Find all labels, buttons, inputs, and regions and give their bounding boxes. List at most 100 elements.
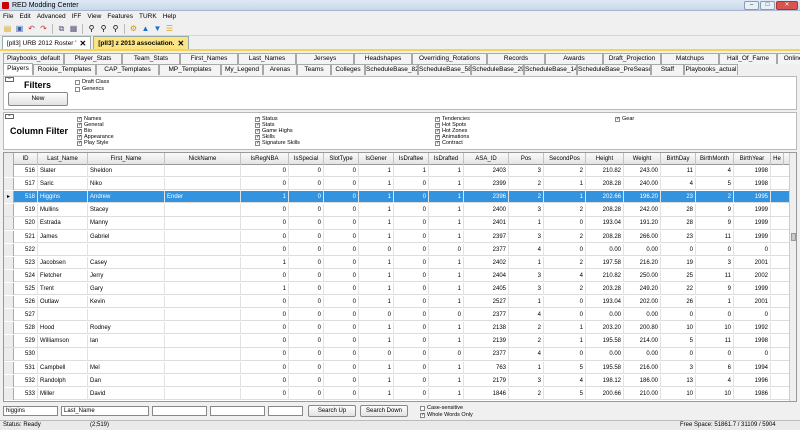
- cell-weight[interactable]: 210.00: [624, 387, 661, 400]
- cell-slottype[interactable]: 0: [324, 204, 359, 217]
- cell-last-name[interactable]: Williamson: [38, 335, 88, 348]
- cell-pos[interactable]: 3: [509, 282, 544, 295]
- cell-birthyear[interactable]: 2002: [734, 269, 771, 282]
- table-row[interactable]: 531 Campbell Mel 0 0 0 1 0 1 763 1 5 195.58 216.00 3 6 1…: [4, 361, 791, 374]
- row-header[interactable]: [4, 204, 14, 217]
- cell-isdraftee[interactable]: 0: [394, 335, 429, 348]
- table-row[interactable]: 524 Fletcher Jerry 0 0 0 1 0 1 2404 3 4 210.82 250.00…: [4, 269, 791, 283]
- cell-isgener[interactable]: 1: [359, 296, 394, 308]
- cell-isgener[interactable]: 1: [359, 335, 394, 348]
- cell-weight[interactable]: 243.00: [624, 165, 661, 177]
- cell-isdrafted[interactable]: 0: [429, 348, 464, 361]
- cell-isregnba[interactable]: 0: [241, 361, 289, 374]
- row-header[interactable]: [4, 165, 14, 177]
- column-header-pos[interactable]: Pos: [509, 153, 544, 165]
- cell-isdraftee[interactable]: 0: [394, 296, 429, 308]
- cell-slottype[interactable]: 0: [324, 230, 359, 243]
- cell-asa-id[interactable]: 2400: [464, 204, 509, 217]
- row-header[interactable]: [4, 322, 14, 335]
- cell-height[interactable]: 203.20: [586, 322, 624, 335]
- checkbox-box[interactable]: [255, 134, 260, 140]
- cell-id[interactable]: 519: [14, 204, 38, 217]
- column-header-birthmonth[interactable]: BirthMonth: [696, 153, 734, 165]
- cell-slottype[interactable]: 0: [324, 243, 359, 256]
- tab-schedulebase-82[interactable]: ScheduleBase_82: [365, 64, 418, 75]
- cell-pos[interactable]: 2: [509, 335, 544, 348]
- checkbox-box[interactable]: [255, 140, 260, 146]
- search-down-button[interactable]: Search Down: [360, 405, 408, 417]
- cell-isdrafted[interactable]: 1: [429, 230, 464, 243]
- cell-isgener[interactable]: 1: [359, 165, 394, 177]
- case-sensitive-checkbox[interactable]: Case-sensitive: [420, 405, 463, 411]
- whole-words-checkbox[interactable]: Whole Words Only: [420, 412, 473, 418]
- cell-last-name[interactable]: Slater: [38, 165, 88, 177]
- cell-isregnba[interactable]: 0: [241, 348, 289, 361]
- table-row[interactable]: 530 0 0 0 0 0 0 2377 4 0 0.00 0.00 0 0 0: [4, 348, 791, 361]
- cell-asa-id[interactable]: 2403: [464, 165, 509, 177]
- cell-birthday[interactable]: 25: [661, 269, 696, 282]
- menu-features[interactable]: Features: [104, 13, 136, 20]
- checkbox-box[interactable]: [77, 128, 82, 134]
- cell-birthyear[interactable]: 0: [734, 243, 771, 256]
- cell-isspecial[interactable]: 0: [289, 322, 324, 335]
- tab-arenas[interactable]: Arenas: [263, 64, 297, 75]
- cell-isregnba[interactable]: 0: [241, 387, 289, 400]
- cell-isdraftee[interactable]: 0: [394, 361, 429, 374]
- cell-first-name[interactable]: Ian: [88, 335, 165, 348]
- cell-isspecial[interactable]: 0: [289, 361, 324, 374]
- tab-teams[interactable]: Teams: [297, 64, 331, 75]
- cell-height[interactable]: 197.58: [586, 256, 624, 269]
- cell-slottype[interactable]: 0: [324, 348, 359, 361]
- cell-first-name[interactable]: [88, 309, 165, 322]
- cell-isdraftee[interactable]: 0: [394, 256, 429, 269]
- cell-birthmonth[interactable]: 11: [696, 230, 734, 243]
- redo-icon[interactable]: ↷: [38, 23, 49, 34]
- cell-nickname[interactable]: [165, 217, 241, 230]
- cell-nickname[interactable]: [165, 374, 241, 387]
- cell-id[interactable]: 530: [14, 348, 38, 361]
- column-header-isdraftee[interactable]: IsDraftee: [394, 153, 429, 165]
- column-header-isgener[interactable]: IsGener: [359, 153, 394, 165]
- cell-birthmonth[interactable]: 3: [696, 256, 734, 269]
- cell-isspecial[interactable]: 0: [289, 191, 324, 204]
- table-row[interactable]: 516 Slater Sheldon 0 0 0 1 1 1 2403 3 2 210.82 243.00…: [4, 165, 791, 178]
- cell-height[interactable]: 208.28: [586, 178, 624, 191]
- table-row[interactable]: 527 0 0 0 0 0 0 2377 4 0 0.00 0.00 0 0 0: [4, 309, 791, 322]
- cell-secondpos[interactable]: 2: [544, 256, 586, 269]
- cell-height[interactable]: 0.00: [586, 348, 624, 361]
- cell-slottype[interactable]: 0: [324, 256, 359, 269]
- tertiary-field-select[interactable]: [268, 406, 303, 416]
- cell-birthday[interactable]: 3: [661, 361, 696, 374]
- cell-isspecial[interactable]: 0: [289, 165, 324, 177]
- table-row[interactable]: 520 Estrada Manny 0 0 0 1 0 1 2401 1 0 193.04 191.20 2…: [4, 217, 791, 230]
- cell-height[interactable]: 210.82: [586, 165, 624, 177]
- cell-birthyear[interactable]: 1999: [734, 282, 771, 295]
- row-header[interactable]: [4, 217, 14, 230]
- cell-asa-id[interactable]: 2404: [464, 269, 509, 282]
- cell-nickname[interactable]: [165, 165, 241, 177]
- cell-nickname[interactable]: [165, 230, 241, 243]
- cell-weight[interactable]: 0.00: [624, 348, 661, 361]
- table-row[interactable]: 519 Mullins Stacey 0 0 0 1 0 1 2400 3 2 208.28 242.00…: [4, 204, 791, 217]
- table-row[interactable]: ▸ 518 Higgins Andrew Ender 1 0 0 1 0 1 2396 2 1 202.66…: [4, 191, 791, 204]
- cell-first-name[interactable]: Casey: [88, 256, 165, 269]
- cell-nickname[interactable]: [165, 348, 241, 361]
- cell-height[interactable]: 193.04: [586, 217, 624, 230]
- cell-nickname[interactable]: [165, 322, 241, 335]
- cell-id[interactable]: 517: [14, 178, 38, 191]
- cell-birthyear[interactable]: 0: [734, 348, 771, 361]
- cell-first-name[interactable]: [88, 243, 165, 256]
- table-row[interactable]: 522 0 0 0 0 0 0 2377 4 0 0.00 0.00 0 0 0: [4, 243, 791, 256]
- column-header-he[interactable]: He: [771, 153, 784, 165]
- cell-isdrafted[interactable]: 1: [429, 374, 464, 387]
- cell-isspecial[interactable]: 0: [289, 348, 324, 361]
- tab-overriding-rotations[interactable]: Overriding_Rotations: [412, 53, 487, 64]
- cell-slottype[interactable]: 0: [324, 322, 359, 335]
- column-header-secondpos[interactable]: SecondPos: [544, 153, 586, 165]
- cell-id[interactable]: 523: [14, 256, 38, 269]
- cell-isgener[interactable]: 0: [359, 243, 394, 256]
- cell-birthmonth[interactable]: 9: [696, 282, 734, 295]
- column-header-isspecial[interactable]: IsSpecial: [289, 153, 324, 165]
- cell-first-name[interactable]: Gabriel: [88, 230, 165, 243]
- cell-pos[interactable]: 1: [509, 256, 544, 269]
